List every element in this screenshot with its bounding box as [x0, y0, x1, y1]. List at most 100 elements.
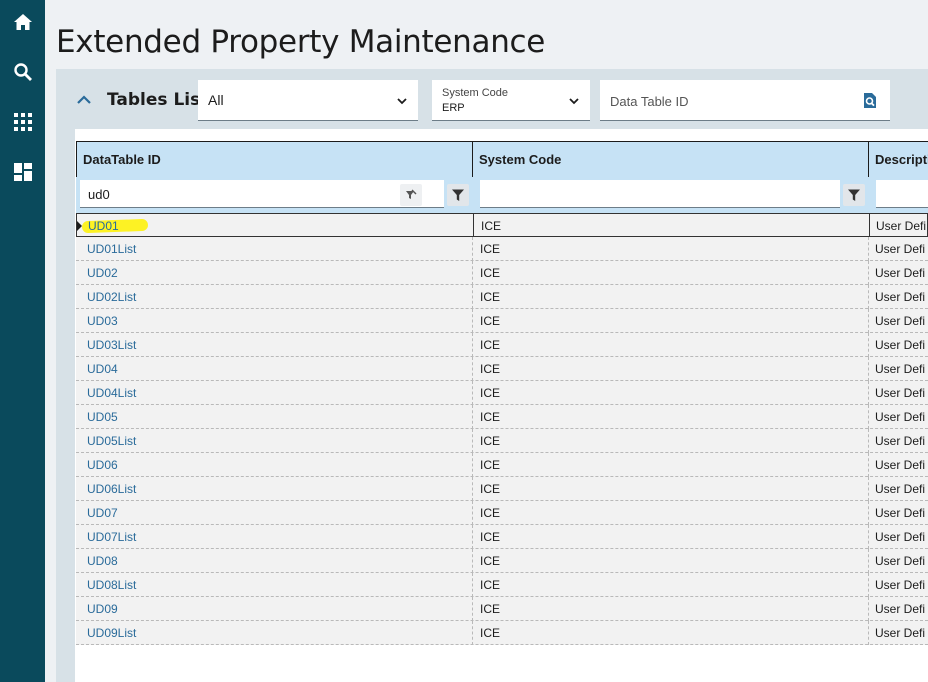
- chevron-up-icon[interactable]: [75, 91, 93, 109]
- description-cell: User Defi: [868, 621, 928, 645]
- datatable-id-link[interactable]: UD02: [76, 261, 472, 285]
- home-icon: [13, 14, 32, 30]
- description-filter-input[interactable]: [876, 180, 928, 208]
- system-code-cell: ICE: [472, 429, 868, 453]
- description-cell: User Defi: [868, 477, 928, 501]
- datatable-id-link[interactable]: UD03List: [76, 333, 472, 357]
- datatable-id-link[interactable]: UD02List: [76, 285, 472, 309]
- system-code-cell: ICE: [472, 501, 868, 525]
- filter-icon: [848, 189, 860, 201]
- description-cell: User Defi: [868, 573, 928, 597]
- grid-filter-row: ud0: [76, 177, 928, 213]
- data-table-id-field[interactable]: Data Table ID: [600, 80, 890, 121]
- table-row[interactable]: UD09 ICE User Defi: [76, 597, 928, 621]
- description-cell: User Defi: [868, 261, 928, 285]
- filter-icon: [452, 189, 464, 201]
- description-cell: User Defi: [868, 597, 928, 621]
- panel-heading: Tables List: [107, 90, 209, 110]
- table-row[interactable]: UD07 ICE User Defi: [76, 501, 928, 525]
- system-code-label: System Code: [442, 87, 509, 99]
- datatable-id-link[interactable]: UD03: [76, 309, 472, 333]
- datatable-id-link[interactable]: UD05List: [76, 429, 472, 453]
- table-row[interactable]: UD03List ICE User Defi: [76, 333, 928, 357]
- column-header-datatable-id[interactable]: DataTable ID: [76, 142, 473, 178]
- apps-button[interactable]: [0, 102, 45, 142]
- description-cell: User Defi: [868, 381, 928, 405]
- search-document-icon[interactable]: [862, 92, 878, 109]
- datatable-id-link[interactable]: UD04List: [76, 381, 472, 405]
- datatable-id-link[interactable]: UD04: [76, 357, 472, 381]
- description-cell: User Defi: [869, 214, 928, 238]
- table-row[interactable]: UD01 ICE User Defi: [76, 213, 928, 238]
- system-code-cell: ICE: [472, 381, 868, 405]
- datatable-id-link[interactable]: UD01List: [76, 237, 472, 261]
- left-nav-rail: [0, 0, 45, 682]
- description-cell: User Defi: [868, 429, 928, 453]
- system-code-cell: ICE: [472, 285, 868, 309]
- table-row[interactable]: UD02List ICE User Defi: [76, 285, 928, 309]
- table-row[interactable]: UD08List ICE User Defi: [76, 573, 928, 597]
- description-cell: User Defi: [868, 549, 928, 573]
- datatable-id-link[interactable]: UD08: [76, 549, 472, 573]
- system-code-select[interactable]: System Code ERP: [432, 80, 590, 121]
- system-code-filter-button[interactable]: [843, 184, 865, 206]
- description-cell: User Defi: [868, 525, 928, 549]
- filter-select[interactable]: All: [198, 80, 418, 121]
- table-row[interactable]: UD08 ICE User Defi: [76, 549, 928, 573]
- table-row[interactable]: UD05 ICE User Defi: [76, 405, 928, 429]
- datatable-id-link[interactable]: UD09List: [76, 621, 472, 645]
- table-row[interactable]: UD01List ICE User Defi: [76, 237, 928, 261]
- apps-grid-icon: [13, 113, 32, 131]
- data-table-id-placeholder: Data Table ID: [610, 94, 689, 109]
- table-row[interactable]: UD09List ICE User Defi: [76, 621, 928, 645]
- system-code-filter-input[interactable]: [480, 180, 840, 208]
- chevron-down-icon: [569, 98, 579, 105]
- datatable-id-link[interactable]: UD01: [77, 214, 473, 238]
- datatable-id-link[interactable]: UD05: [76, 405, 472, 429]
- table-row[interactable]: UD03 ICE User Defi: [76, 309, 928, 333]
- system-code-cell: ICE: [472, 333, 868, 357]
- table-row[interactable]: UD05List ICE User Defi: [76, 429, 928, 453]
- datatable-id-link[interactable]: UD06List: [76, 477, 472, 501]
- description-cell: User Defi: [868, 405, 928, 429]
- datatable-id-link[interactable]: UD08List: [76, 573, 472, 597]
- datatable-id-link[interactable]: UD09: [76, 597, 472, 621]
- system-code-cell: ICE: [472, 309, 868, 333]
- table-row[interactable]: UD04List ICE User Defi: [76, 381, 928, 405]
- column-header-description[interactable]: Descripti: [868, 142, 928, 178]
- description-cell: User Defi: [868, 285, 928, 309]
- system-code-cell: ICE: [473, 214, 869, 238]
- clear-filter-button[interactable]: [400, 184, 422, 206]
- system-code-cell: ICE: [472, 597, 868, 621]
- system-code-cell: ICE: [472, 453, 868, 477]
- description-cell: User Defi: [868, 309, 928, 333]
- system-code-cell: ICE: [472, 525, 868, 549]
- table-row[interactable]: UD06List ICE User Defi: [76, 477, 928, 501]
- home-button[interactable]: [0, 2, 45, 42]
- system-code-cell: ICE: [472, 357, 868, 381]
- column-header-system-code[interactable]: System Code: [472, 142, 869, 178]
- description-cell: User Defi: [868, 237, 928, 261]
- description-cell: User Defi: [868, 453, 928, 477]
- filter-input-value: ud0: [88, 187, 110, 202]
- table-row[interactable]: UD02 ICE User Defi: [76, 261, 928, 285]
- datatable-id-filter-input[interactable]: ud0: [80, 180, 444, 208]
- system-code-cell: ICE: [472, 261, 868, 285]
- description-cell: User Defi: [868, 501, 928, 525]
- chevron-down-icon: [397, 98, 407, 105]
- system-code-cell: ICE: [472, 237, 868, 261]
- datatable-id-link[interactable]: UD07List: [76, 525, 472, 549]
- table-row[interactable]: UD07List ICE User Defi: [76, 525, 928, 549]
- clear-filter-icon: [406, 189, 417, 199]
- description-cell: User Defi: [868, 357, 928, 381]
- system-code-value: ERP: [442, 102, 465, 114]
- description-cell: User Defi: [868, 333, 928, 357]
- datatable-id-filter-button[interactable]: [447, 184, 469, 206]
- table-row[interactable]: UD06 ICE User Defi: [76, 453, 928, 477]
- dashboard-button[interactable]: [0, 152, 45, 192]
- datatable-id-link[interactable]: UD07: [76, 501, 472, 525]
- datatable-id-link[interactable]: UD06: [76, 453, 472, 477]
- system-code-cell: ICE: [472, 573, 868, 597]
- search-button[interactable]: [0, 52, 45, 92]
- table-row[interactable]: UD04 ICE User Defi: [76, 357, 928, 381]
